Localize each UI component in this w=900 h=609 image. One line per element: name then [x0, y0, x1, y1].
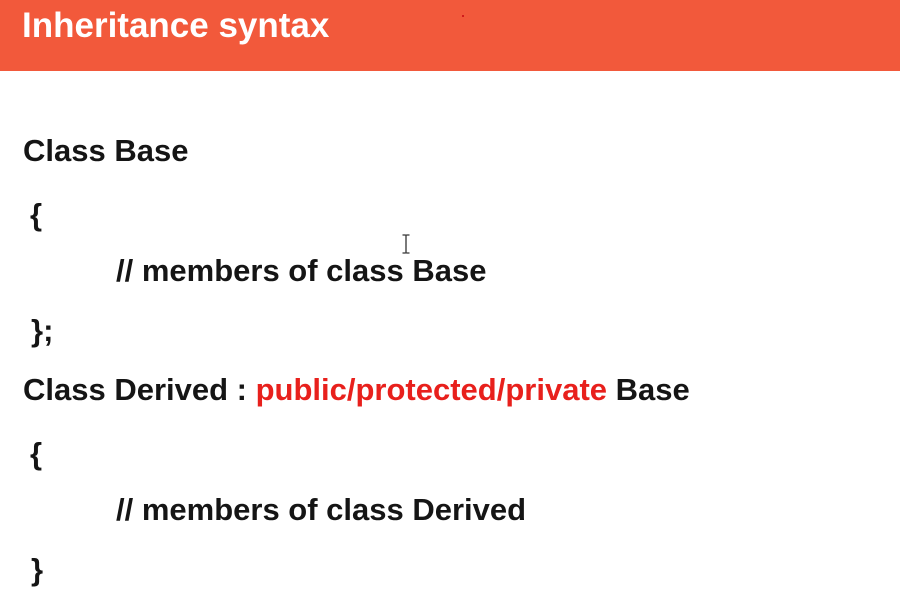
code-block: Class Base { // members of class Base };…	[0, 0, 900, 609]
derived-declaration-prefix: Class Derived :	[23, 372, 256, 407]
derived-declaration-suffix: Base	[607, 372, 690, 407]
access-specifier: public/protected/private	[255, 372, 608, 407]
base-open-brace: {	[30, 197, 43, 232]
derived-members-comment: // members of class Derived	[116, 492, 527, 527]
text-cursor-icon	[402, 234, 410, 254]
derived-close-brace: }	[31, 552, 44, 587]
base-close-brace: };	[31, 313, 54, 348]
derived-open-brace: {	[30, 436, 43, 471]
base-members-comment: // members of class Base	[116, 253, 487, 288]
base-class-declaration: Class Base	[23, 133, 189, 168]
derived-class-declaration: Class Derived : public/protected/private…	[23, 372, 690, 408]
